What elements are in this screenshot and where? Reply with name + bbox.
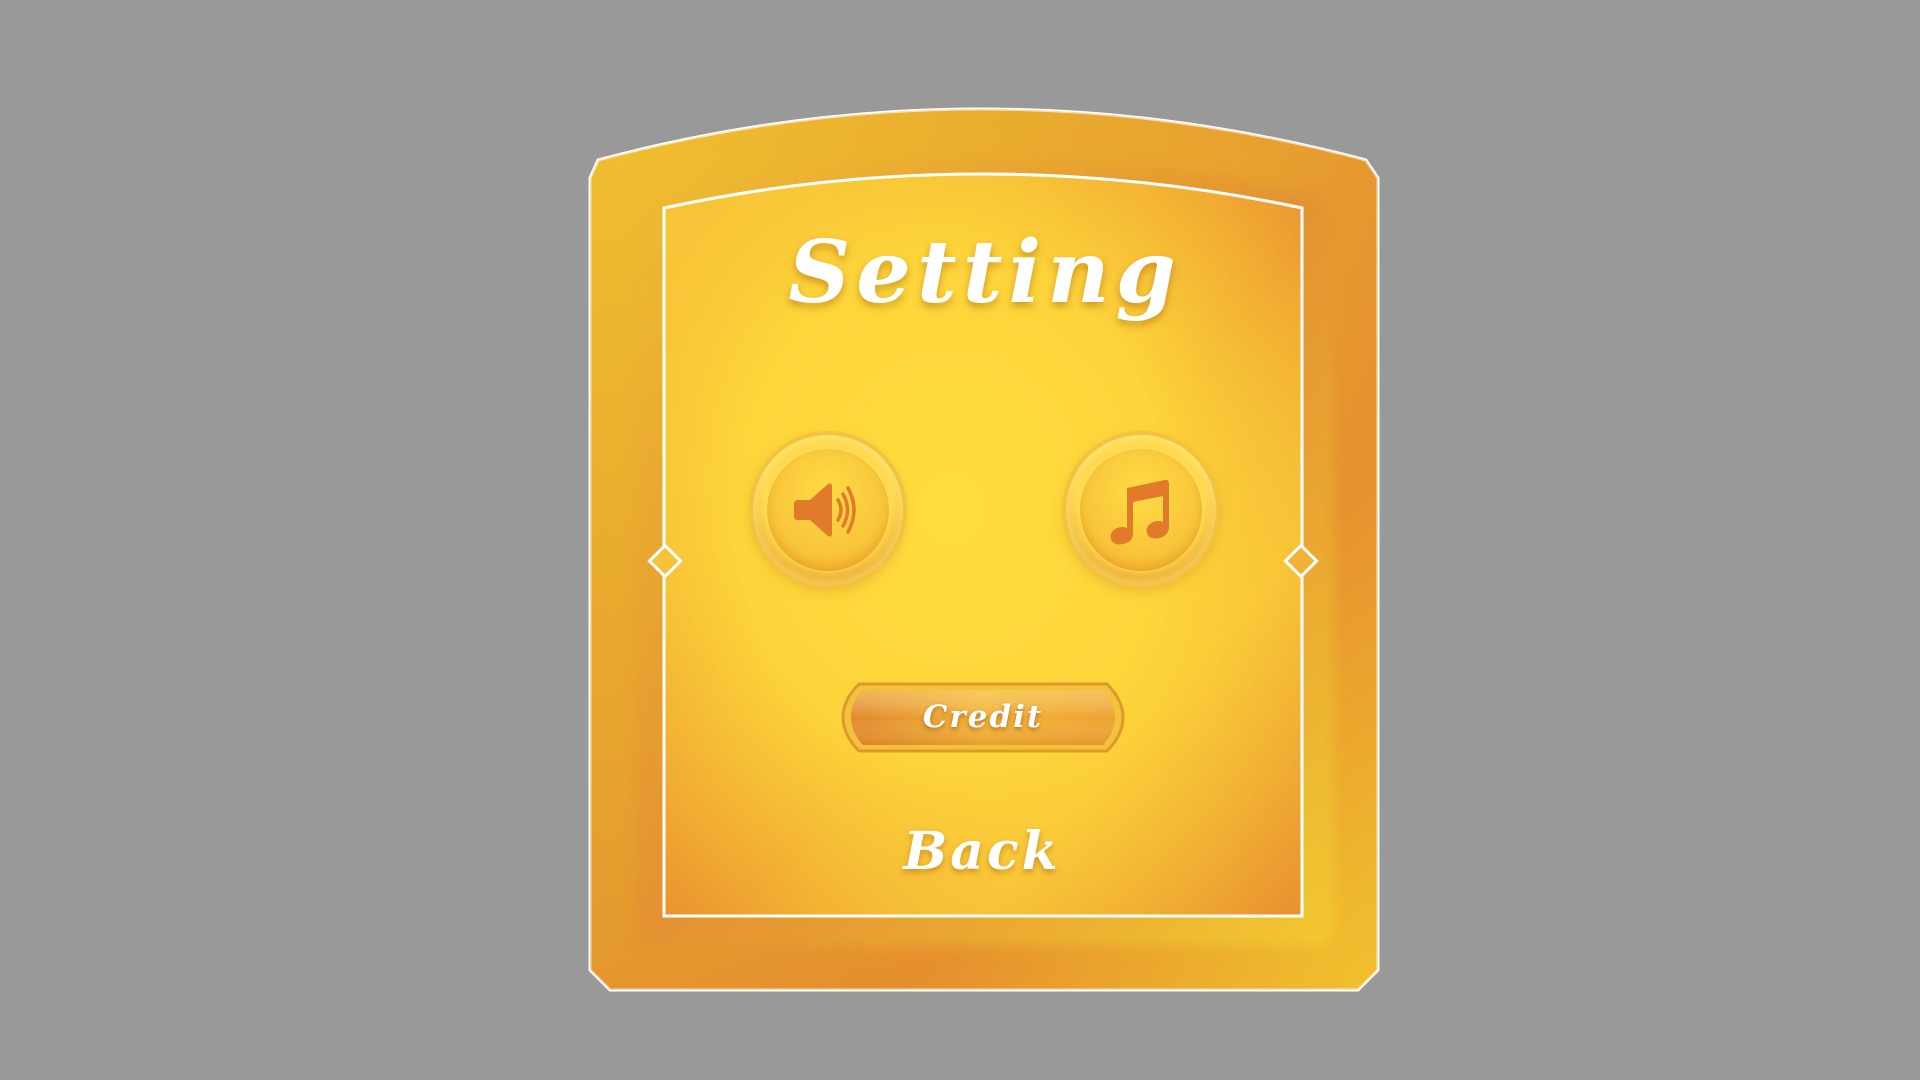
music-note-icon (1110, 479, 1169, 545)
settings-panel (588, 107, 1380, 992)
credit-button-label: Credit (922, 699, 1044, 735)
settings-screen: Setting Credit Back (0, 0, 1920, 1080)
speaker-volume-icon (794, 483, 856, 537)
music-toggle-button[interactable] (1066, 435, 1216, 585)
credit-button[interactable]: Credit (839, 680, 1127, 755)
sound-toggle-button[interactable] (753, 435, 903, 585)
page-title: Setting (788, 222, 1182, 323)
back-button[interactable]: Back (862, 812, 1102, 892)
